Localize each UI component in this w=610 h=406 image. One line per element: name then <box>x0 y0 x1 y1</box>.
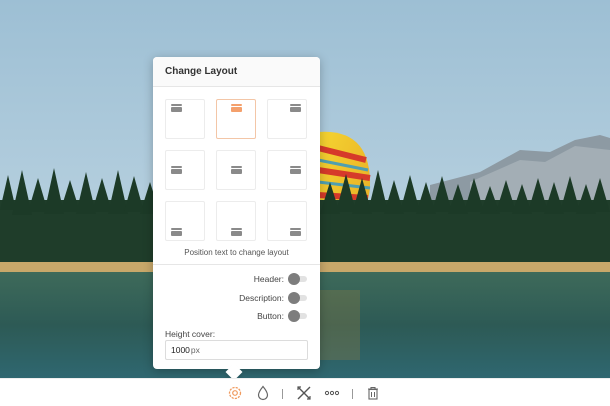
text-block-icon <box>171 228 182 236</box>
height-cover-value: 1000 <box>171 345 190 355</box>
settings-icon[interactable] <box>227 385 243 401</box>
description-toggle-label: Description: <box>239 293 284 303</box>
layout-top-center[interactable] <box>216 99 256 139</box>
color-drop-icon[interactable] <box>255 385 271 401</box>
text-block-icon <box>231 104 242 112</box>
layout-top-right[interactable] <box>267 99 307 139</box>
text-block-icon <box>290 166 301 174</box>
text-block-icon <box>171 166 182 174</box>
button-toggle[interactable] <box>288 310 308 322</box>
text-block-icon <box>231 228 242 236</box>
layout-position-grid <box>165 99 307 241</box>
text-block-icon <box>171 104 182 112</box>
layout-hint: Position text to change layout <box>184 248 289 257</box>
text-block-icon <box>231 166 242 174</box>
layout-middle-left[interactable] <box>165 150 205 190</box>
header-toggle-row: Header: <box>254 273 308 285</box>
more-icon[interactable] <box>324 385 340 401</box>
panel-title: Change Layout <box>153 57 320 87</box>
height-cover-unit: px <box>190 345 200 355</box>
delete-icon[interactable] <box>365 385 381 401</box>
layout-bottom-right[interactable] <box>267 201 307 241</box>
button-toggle-label: Button: <box>257 311 284 321</box>
description-toggle[interactable] <box>288 292 308 304</box>
layout-top-left[interactable] <box>165 99 205 139</box>
layout-bottom-center[interactable] <box>216 201 256 241</box>
layout-middle-center[interactable] <box>216 150 256 190</box>
header-toggle-label: Header: <box>253 274 284 284</box>
layout-middle-right[interactable] <box>267 150 307 190</box>
header-toggle[interactable] <box>288 273 308 285</box>
button-toggle-row: Button: <box>257 310 308 322</box>
text-block-icon <box>290 104 301 112</box>
block-toolbar <box>0 378 610 406</box>
text-block-icon <box>290 228 301 236</box>
layout-bottom-left[interactable] <box>165 201 205 241</box>
divider <box>153 264 320 265</box>
toolbar-divider <box>282 389 283 399</box>
crop-tools-icon[interactable] <box>296 385 312 401</box>
height-cover-input[interactable]: 1000 px <box>165 340 308 360</box>
height-cover-label: Height cover: <box>165 329 216 339</box>
description-toggle-row: Description: <box>239 292 308 304</box>
change-layout-panel: Change Layout Position text to change la… <box>153 57 320 369</box>
toolbar-divider <box>352 389 353 399</box>
